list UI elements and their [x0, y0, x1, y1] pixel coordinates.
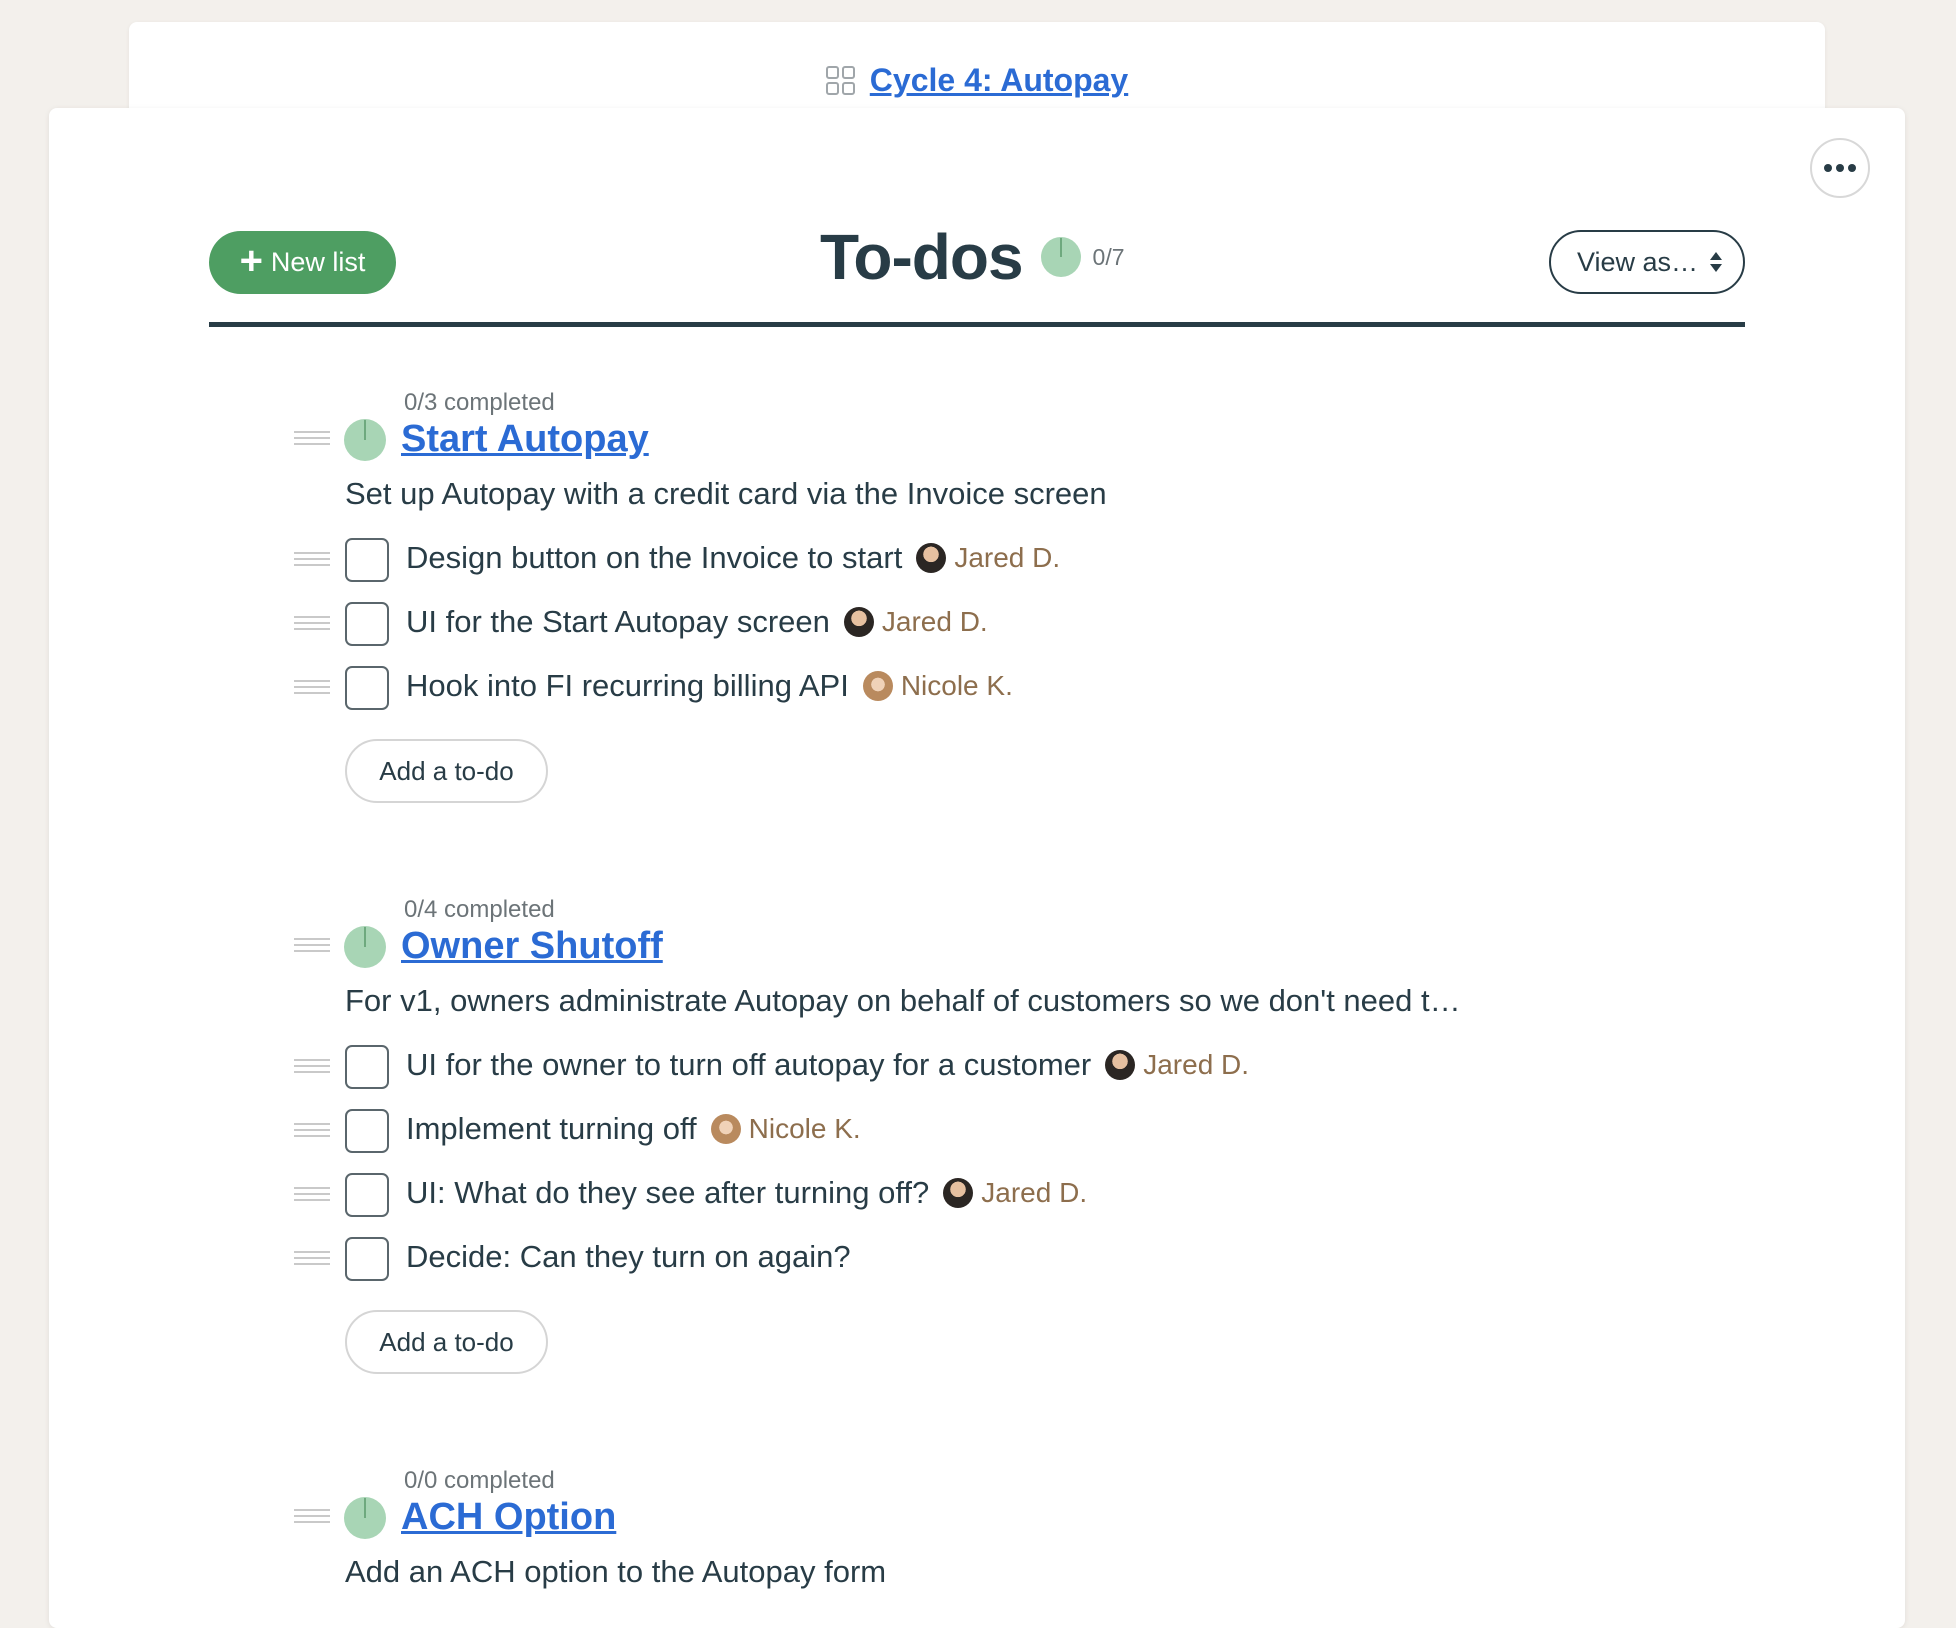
ellipsis-icon — [1824, 164, 1856, 172]
drag-handle-icon[interactable] — [294, 680, 330, 694]
todo-checkbox[interactable] — [345, 666, 389, 710]
new-list-label: New list — [270, 247, 366, 277]
drag-handle-icon[interactable] — [294, 938, 330, 952]
assignee[interactable]: Nicole K. — [710, 1113, 861, 1145]
list-completed-count: 0/3 completed — [404, 389, 555, 416]
drag-handle-icon[interactable] — [294, 1251, 330, 1265]
plus-icon: + — [239, 239, 263, 283]
assignee[interactable]: Jared D. — [1105, 1049, 1249, 1081]
todo-text[interactable]: UI: What do they see after turning off? — [406, 1175, 929, 1211]
list-completed-count: 0/0 completed — [404, 1467, 555, 1494]
add-todo-button[interactable]: Add a to-do — [345, 1310, 548, 1374]
assignee-name: Jared D. — [1143, 1049, 1250, 1080]
todo-text[interactable]: Decide: Can they turn on again? — [406, 1239, 851, 1275]
todo-text[interactable]: UI for the Start Autopay screen — [406, 604, 830, 640]
todo-item: Decide: Can they turn on again? — [0, 1237, 1956, 1285]
todo-item: UI for the owner to turn off autopay for… — [0, 1045, 1956, 1093]
assignee[interactable]: Jared D. — [943, 1177, 1087, 1209]
list-progress-pie-icon — [344, 419, 386, 461]
assignee-name: Jared D. — [881, 606, 988, 637]
todo-checkbox[interactable] — [345, 602, 389, 646]
page-header: To-dos 0/7 — [820, 220, 1125, 294]
todo-checkbox[interactable] — [345, 1045, 389, 1089]
more-options-button[interactable] — [1810, 138, 1870, 198]
avatar — [862, 671, 893, 701]
progress-pie-icon — [1040, 237, 1081, 277]
avatar — [916, 543, 947, 573]
drag-handle-icon[interactable] — [294, 1059, 330, 1073]
assignee-name: Jared D. — [954, 542, 1061, 573]
todo-item: UI: What do they see after turning off? … — [0, 1173, 1956, 1221]
list-description: Add an ACH option to the Autopay form — [345, 1554, 887, 1589]
avatar — [710, 1114, 741, 1144]
avatar — [843, 607, 874, 637]
add-todo-button[interactable]: Add a to-do — [345, 739, 548, 803]
list-description: For v1, owners administrate Autopay on b… — [345, 983, 1461, 1018]
main-card — [49, 108, 1905, 1628]
list-title-link[interactable]: ACH Option — [401, 1496, 616, 1539]
breadcrumb-project-link[interactable]: Cycle 4: Autopay — [870, 62, 1128, 99]
assignee-name: Nicole K. — [900, 670, 1013, 701]
page-title: To-dos — [820, 221, 1024, 293]
drag-handle-icon[interactable] — [294, 1509, 330, 1523]
todo-checkbox[interactable] — [345, 1237, 389, 1281]
todo-item: Hook into FI recurring billing API Nicol… — [0, 666, 1956, 714]
todo-item: UI for the Start Autopay screen Jared D. — [0, 602, 1956, 650]
drag-handle-icon[interactable] — [294, 1187, 330, 1201]
list-progress-pie-icon — [344, 926, 386, 968]
view-as-select[interactable]: View as… — [1549, 230, 1745, 294]
drag-handle-icon[interactable] — [294, 431, 330, 445]
todo-text[interactable]: Hook into FI recurring billing API — [406, 668, 849, 704]
list-description: Set up Autopay with a credit card via th… — [345, 476, 1107, 511]
drag-handle-icon[interactable] — [294, 552, 330, 566]
todo-item: Implement turning off Nicole K. — [0, 1109, 1956, 1157]
assignee[interactable]: Jared D. — [843, 606, 988, 638]
avatar — [1105, 1050, 1136, 1080]
view-as-label: View as… — [1577, 246, 1699, 277]
sort-arrows-icon — [1710, 252, 1722, 272]
progress-count: 0/7 — [1092, 243, 1125, 270]
todo-checkbox[interactable] — [345, 1173, 389, 1217]
breadcrumb: Cycle 4: Autopay — [129, 62, 1825, 99]
header-divider — [209, 322, 1745, 327]
list-completed-count: 0/4 completed — [404, 896, 555, 923]
todo-checkbox[interactable] — [345, 538, 389, 582]
assignee[interactable]: Jared D. — [916, 542, 1060, 574]
avatar — [943, 1178, 974, 1208]
new-list-button[interactable]: + New list — [209, 231, 396, 294]
todo-checkbox[interactable] — [345, 1109, 389, 1153]
drag-handle-icon[interactable] — [294, 1123, 330, 1137]
list-title-link[interactable]: Start Autopay — [401, 418, 649, 461]
todo-text[interactable]: Implement turning off — [406, 1111, 697, 1147]
grid-icon — [825, 65, 856, 96]
drag-handle-icon[interactable] — [294, 616, 330, 630]
todo-text[interactable]: UI for the owner to turn off autopay for… — [406, 1047, 1091, 1083]
todo-item: Design button on the Invoice to start Ja… — [0, 538, 1956, 586]
breadcrumb-card: Cycle 4: Autopay — [129, 22, 1825, 122]
list-progress-pie-icon — [344, 1497, 386, 1539]
list-title-link[interactable]: Owner Shutoff — [401, 925, 663, 968]
assignee[interactable]: Nicole K. — [862, 670, 1013, 702]
assignee-name: Nicole K. — [748, 1113, 861, 1144]
todo-text[interactable]: Design button on the Invoice to start — [406, 540, 902, 576]
assignee-name: Jared D. — [981, 1177, 1088, 1208]
